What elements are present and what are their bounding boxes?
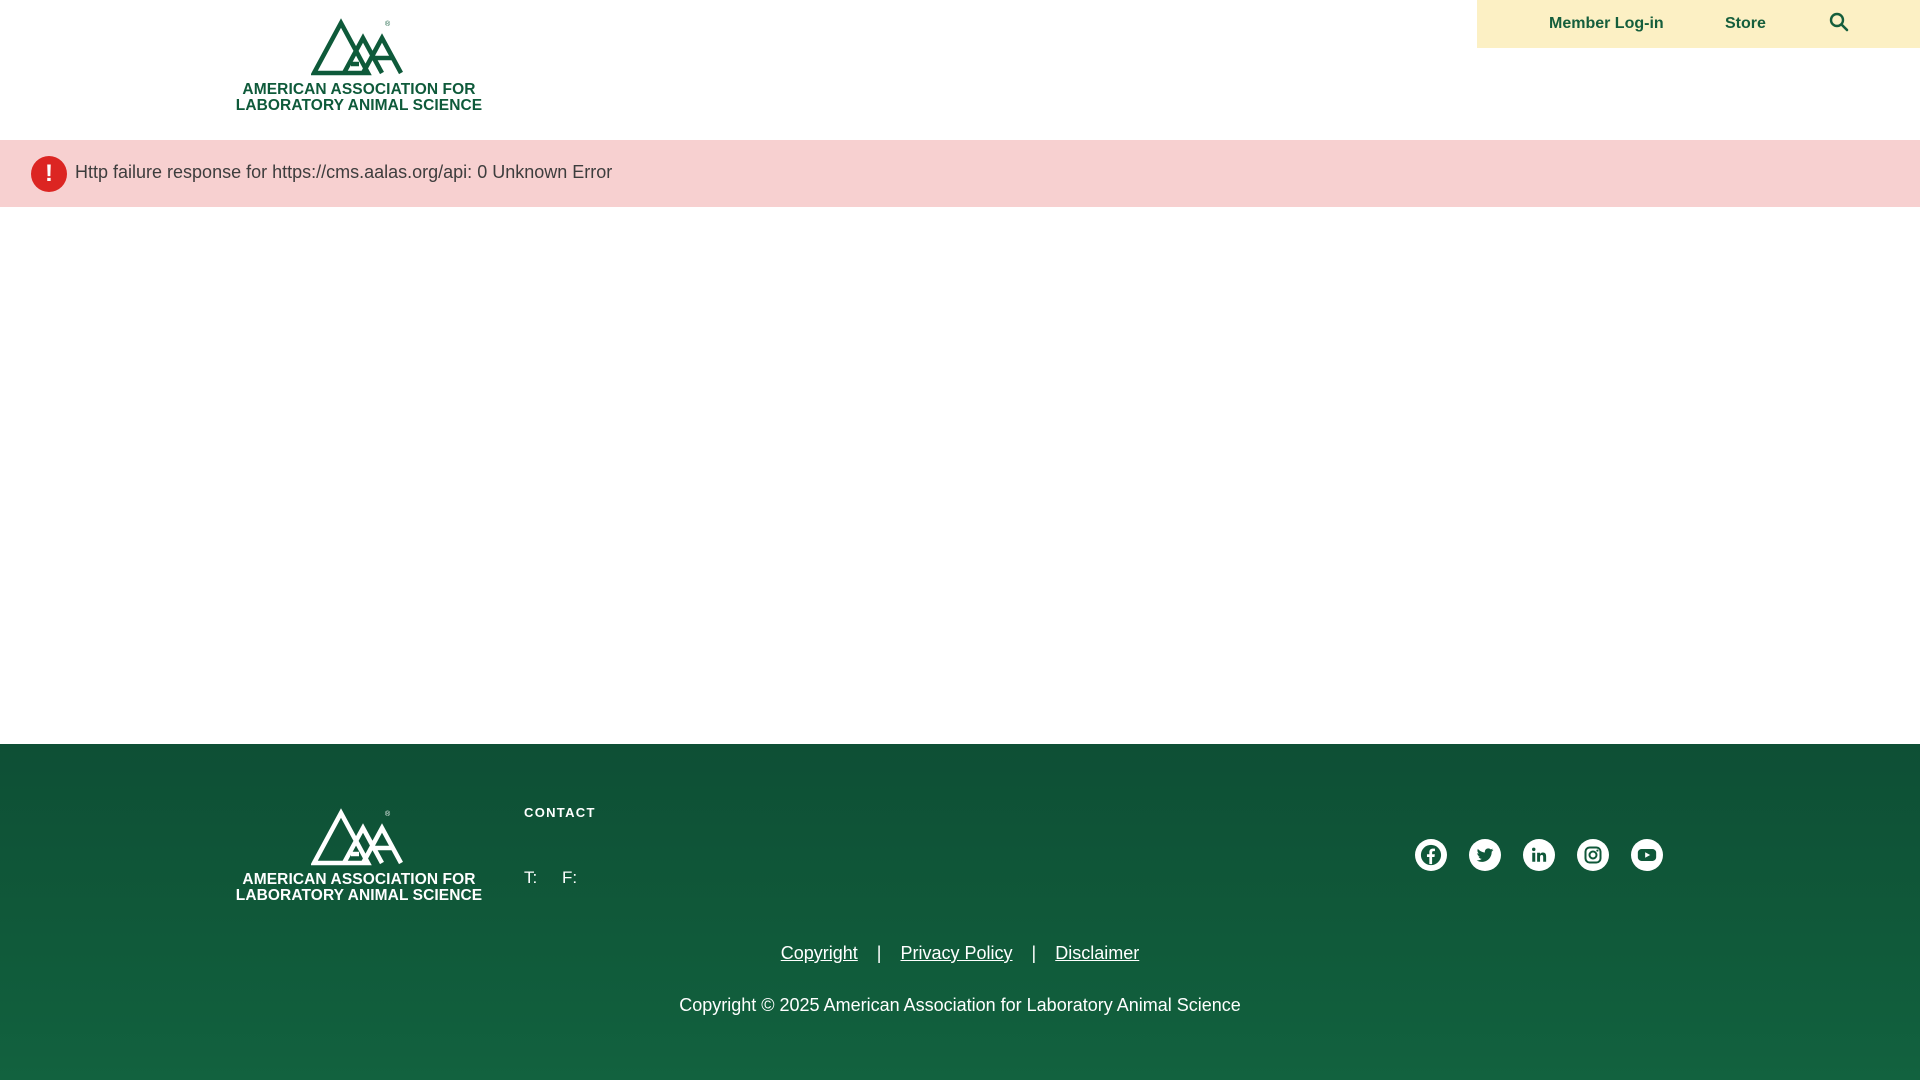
contact-phone: T:	[524, 868, 538, 887]
exclamation-icon: !	[31, 156, 67, 192]
aalas-logo-icon: ®	[311, 18, 403, 76]
brand-line-1: AMERICAN ASSOCIATION FOR	[242, 81, 476, 98]
twitter-icon	[1476, 848, 1494, 862]
site-footer: ® AMERICAN ASSOCIATION FOR LABORATORY AN…	[0, 744, 1920, 1080]
disclaimer-link[interactable]: Disclaimer	[1055, 943, 1139, 963]
aalas-logo-icon: ®	[311, 808, 403, 866]
svg-text:®: ®	[385, 20, 391, 28]
footer-logo-link[interactable]: ® AMERICAN ASSOCIATION FOR LABORATORY AN…	[228, 808, 490, 904]
footer-brand-name: AMERICAN ASSOCIATION FOR LABORATORY ANIM…	[228, 872, 490, 904]
svg-text:®: ®	[385, 810, 391, 818]
search-button[interactable]	[1829, 12, 1849, 37]
privacy-policy-link[interactable]: Privacy Policy	[901, 943, 1013, 963]
youtube-link[interactable]	[1631, 839, 1663, 871]
youtube-icon	[1637, 849, 1657, 861]
social-links	[1415, 839, 1663, 871]
facebook-icon	[1420, 844, 1442, 866]
store-link[interactable]: Store	[1725, 15, 1766, 33]
twitter-link[interactable]	[1469, 839, 1501, 871]
copyright-text: Copyright © 2025 American Association fo…	[679, 995, 1241, 1015]
error-message: Http failure response for https://cms.aa…	[75, 162, 613, 182]
contact-fax: F:	[562, 868, 578, 887]
brand-line-2: LABORATORY ANIMAL SCIENCE	[235, 97, 483, 114]
error-banner: ! Http failure response for https://cms.…	[0, 140, 1920, 207]
copyright-link[interactable]: Copyright	[781, 943, 858, 963]
footer-brand-line-1: AMERICAN ASSOCIATION FOR	[242, 871, 476, 888]
linkedin-icon	[1532, 847, 1547, 862]
header-brand-name: AMERICAN ASSOCIATION FOR LABORATORY ANIM…	[228, 82, 490, 114]
header-logo-link[interactable]: ® AMERICAN ASSOCIATION FOR LABORATORY AN…	[228, 18, 490, 114]
site-header: ® AMERICAN ASSOCIATION FOR LABORATORY AN…	[0, 0, 1920, 140]
linkedin-link[interactable]	[1523, 839, 1555, 871]
member-login-link[interactable]: Member Log-in	[1549, 15, 1664, 33]
instagram-icon	[1584, 846, 1602, 864]
footer-brand-line-2: LABORATORY ANIMAL SCIENCE	[235, 887, 483, 904]
facebook-link[interactable]	[1415, 839, 1447, 871]
legal-separator: |	[876, 943, 882, 963]
legal-separator: |	[1031, 943, 1037, 963]
contact-heading: CONTACT	[524, 805, 596, 820]
utility-nav: Member Log-in Store	[1477, 0, 1920, 48]
legal-links: Copyright | Privacy Policy | Disclaimer	[0, 943, 1920, 964]
search-icon	[1829, 12, 1849, 32]
instagram-link[interactable]	[1577, 839, 1609, 871]
